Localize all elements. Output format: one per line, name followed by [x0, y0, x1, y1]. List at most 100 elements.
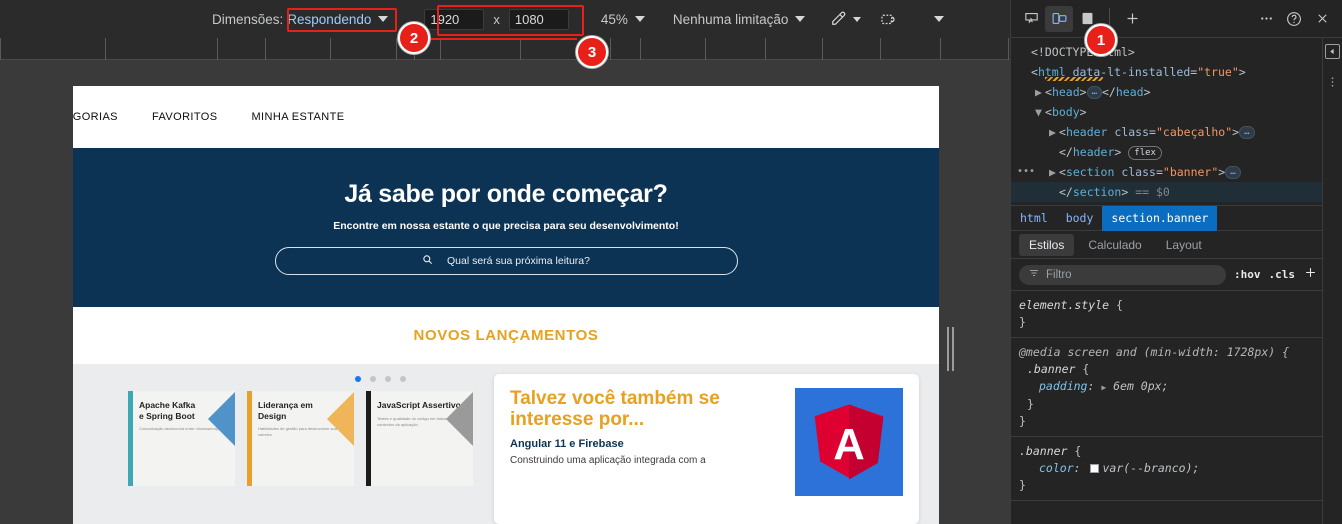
breadcrumb-item[interactable]: body — [1057, 206, 1103, 231]
css-declaration[interactable]: color: var(--branco); — [1019, 460, 1334, 477]
css-rules-pane[interactable]: element.style {} @media screen and (min-w… — [1011, 291, 1342, 501]
css-rule[interactable]: @media screen and (min-width: 1728px) {.… — [1011, 338, 1342, 437]
book-card[interactable]: Liderança em Design Habilidades de gestão… — [247, 391, 354, 486]
annotation-box-dimensions — [437, 5, 584, 36]
new-releases-title: NOVOS LANÇAMENTOS — [413, 327, 599, 344]
book-spine — [128, 391, 133, 486]
rail-more-options-icon[interactable] — [1326, 73, 1340, 96]
new-style-rule-plus-icon[interactable] — [1303, 265, 1318, 285]
search-input-placeholder[interactable]: Qual será sua próxima leitura? — [447, 255, 590, 267]
more-options-icon[interactable] — [1252, 6, 1280, 32]
color-swatch — [1090, 464, 1100, 473]
resize-grip-bar — [946, 327, 949, 371]
css-rule[interactable]: .banner {color: var(--branco);} — [1011, 437, 1342, 501]
carousel-dot[interactable] — [369, 376, 376, 382]
spellcheck-squiggle — [1045, 77, 1103, 81]
annotation-marker-2: 2 — [398, 22, 430, 54]
styles-filter-placeholder: Filtro — [1046, 268, 1072, 281]
dom-tree-line[interactable]: ▶ <head>… </head> — [1011, 82, 1342, 102]
styles-tab[interactable]: Calculado — [1078, 234, 1151, 256]
banner-headline: Já sabe por onde começar? — [344, 180, 668, 208]
breadcrumb-item[interactable]: section.banner — [1102, 205, 1218, 231]
ruler-tick — [640, 38, 641, 60]
ruler-tick — [0, 38, 1, 60]
book-arrow-graphic — [208, 392, 235, 446]
toolbar-overflow-chevron-down-icon[interactable] — [934, 16, 945, 22]
new-releases-heading: NOVOS LANÇAMENTOS — [73, 307, 939, 364]
styles-tab[interactable]: Layout — [1156, 234, 1212, 256]
css-selector: .banner — [1027, 362, 1076, 376]
recommendation-card[interactable]: Talvez você também se interesse por... A… — [494, 374, 919, 524]
css-media-query: @media screen and (min-width: 1728px) { — [1019, 345, 1290, 359]
add-tab-icon[interactable] — [1118, 6, 1146, 32]
book-spine — [366, 391, 371, 486]
breadcrumb-item[interactable]: html — [1011, 206, 1057, 231]
screenshot-root: Dimensões: Respondendo 1920 x 1080 45% N… — [0, 0, 1342, 524]
hover-state-toggle[interactable]: :hov — [1234, 268, 1261, 281]
inspect-element-icon[interactable] — [1017, 6, 1045, 32]
devtools-toolbar — [1011, 0, 1342, 38]
zoom-chevron-down-icon[interactable] — [634, 16, 645, 22]
site-header: EGORIAS FAVORITOS MINHA ESTANTE — [73, 86, 939, 148]
collapse-sidebar-icon[interactable] — [1325, 44, 1340, 59]
ruler-tick — [940, 38, 941, 60]
throttling-value[interactable]: Nenhuma limitação — [673, 12, 789, 27]
ruler-tick — [765, 38, 766, 60]
expand-children-icon: … — [1086, 86, 1102, 99]
dom-tree-line[interactable]: ▼ <body> — [1011, 102, 1342, 122]
dom-gutter-more-icon[interactable]: ••• — [1017, 162, 1035, 182]
nav-item[interactable]: EGORIAS — [73, 111, 118, 123]
css-selector: element.style — [1019, 298, 1110, 312]
expand-shorthand-icon: ▶ — [1101, 383, 1107, 392]
ruler-tick — [705, 38, 706, 60]
expand-children-icon: … — [1225, 166, 1241, 179]
zoom-level-value[interactable]: 45% — [601, 12, 628, 27]
styles-filter-row: Filtro :hov .cls — [1011, 259, 1342, 291]
carousel-dot[interactable] — [384, 376, 391, 382]
nav-item[interactable]: FAVORITOS — [152, 111, 218, 123]
book-spine — [247, 391, 252, 486]
css-declaration[interactable]: padding: ▶ 6em 0px; — [1019, 378, 1334, 396]
eyedropper-icon[interactable] — [829, 10, 847, 28]
nav-item[interactable]: MINHA ESTANTE — [251, 111, 344, 123]
device-toolbar-icon[interactable] — [1045, 5, 1073, 32]
expand-children-icon: … — [1239, 126, 1255, 139]
dom-tree-line[interactable]: </section> == $0 — [1011, 182, 1342, 202]
ruler-tick — [880, 38, 881, 60]
capture-screenshot-icon[interactable] — [879, 10, 897, 28]
search-icon — [422, 252, 433, 270]
new-releases-carousel: Apache Kafka e Spring Boot Comunicação as… — [73, 364, 939, 524]
css-rule[interactable]: element.style {} — [1011, 291, 1342, 338]
ruler-tick — [265, 38, 266, 60]
dom-tree-line[interactable]: <!DOCTYPE html> — [1011, 42, 1342, 62]
book-card[interactable]: Apache Kafka e Spring Boot Comunicação as… — [128, 391, 235, 486]
ruler-tick — [610, 38, 611, 60]
class-editor-toggle[interactable]: .cls — [1269, 268, 1296, 281]
angular-logo-letter: A — [833, 420, 865, 469]
ruler-tick — [105, 38, 106, 60]
dom-tree-line[interactable]: ▶ <section class="banner">… ••• — [1011, 162, 1342, 182]
banner-search-bar[interactable]: Qual será sua próxima leitura? — [274, 247, 738, 275]
carousel-dot[interactable] — [354, 376, 361, 382]
expand-triangle-icon: ▶ — [1049, 125, 1056, 139]
eyedropper-chevron-down-icon[interactable] — [853, 16, 862, 22]
help-icon[interactable] — [1280, 6, 1308, 32]
annotation-marker-3: 3 — [576, 36, 608, 68]
ruler-tick — [396, 38, 397, 60]
carousel-dot[interactable] — [399, 376, 406, 382]
dom-tree-line[interactable]: ▶ <header class="cabeçalho">… — [1011, 122, 1342, 142]
close-devtools-icon[interactable] — [1308, 6, 1336, 32]
viewport-resize-handle[interactable] — [946, 325, 954, 373]
dom-tree[interactable]: <!DOCTYPE html> <html data-lt-installed="… — [1011, 38, 1342, 205]
styles-tab[interactable]: Estilos — [1019, 233, 1075, 256]
styles-filter-input[interactable]: Filtro — [1019, 264, 1226, 285]
ruler-tick — [1008, 38, 1009, 60]
throttling-chevron-down-icon[interactable] — [795, 16, 806, 22]
dom-tree-line[interactable]: </header> flex — [1011, 142, 1342, 162]
viewport-ruler — [0, 38, 1010, 60]
ruler-tick — [217, 38, 218, 60]
page-preview[interactable]: EGORIAS FAVORITOS MINHA ESTANTE Já sabe po… — [73, 86, 939, 524]
book-card[interactable]: JavaScript Assertivo Testes e qualidade d… — [366, 391, 473, 486]
annotation-box-device-preset — [287, 8, 397, 32]
dom-tree-line[interactable]: <html data-lt-installed="true"> — [1011, 62, 1342, 82]
